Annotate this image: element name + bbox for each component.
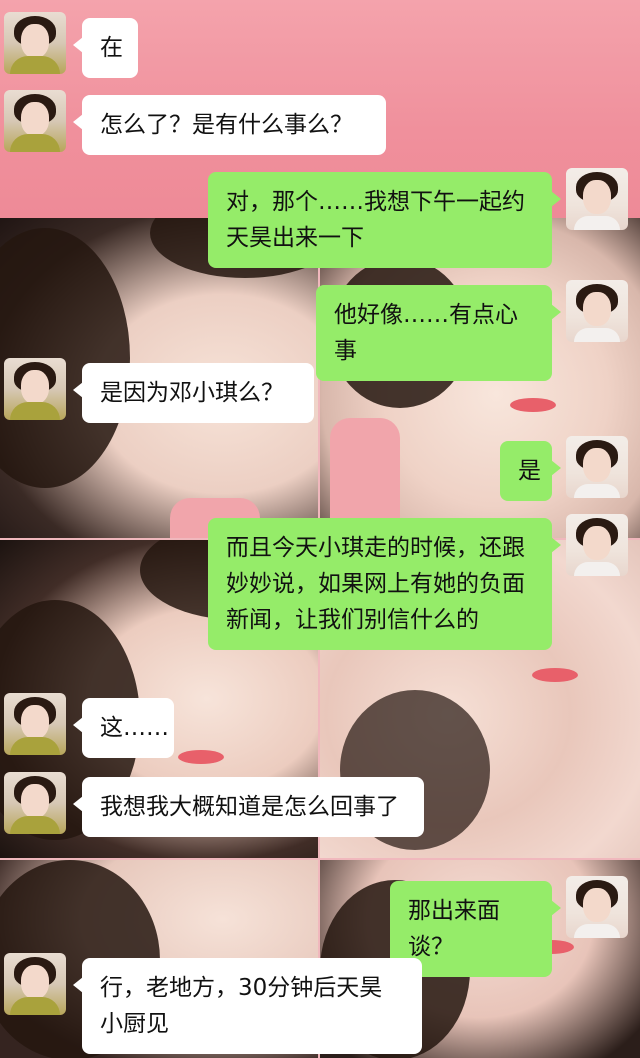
contact-avatar[interactable] bbox=[4, 953, 66, 1015]
outgoing-message[interactable]: 而且今天小琪走的时候，还跟妙妙说，如果网上有她的负面新闻，让我们别信什么的 bbox=[208, 518, 561, 650]
message-text: 对，那个……我想下午一起约天昊出来一下 bbox=[226, 189, 525, 251]
message-text: 他好像……有点心事 bbox=[334, 302, 518, 364]
incoming-message[interactable]: 是因为邓小琪么？ bbox=[73, 363, 314, 423]
user-avatar[interactable] bbox=[566, 168, 628, 230]
outgoing-message[interactable]: 对，那个……我想下午一起约天昊出来一下 bbox=[208, 172, 561, 268]
message-text: 这…… bbox=[100, 715, 169, 741]
contact-avatar[interactable] bbox=[4, 772, 66, 834]
message-text: 我想我大概知道是怎么回事了 bbox=[100, 794, 399, 820]
message-text: 行，老地方，30分钟后天昊小厨见 bbox=[100, 975, 383, 1037]
message-text: 是 bbox=[518, 458, 541, 484]
contact-avatar[interactable] bbox=[4, 12, 66, 74]
message-text: 在 bbox=[100, 35, 123, 61]
incoming-message[interactable]: 这…… bbox=[73, 698, 174, 758]
message-text: 而且今天小琪走的时候，还跟妙妙说，如果网上有她的负面新闻，让我们别信什么的 bbox=[226, 535, 525, 633]
user-avatar[interactable] bbox=[566, 280, 628, 342]
message-text: 怎么了？是有什么事么？ bbox=[100, 112, 353, 138]
incoming-message[interactable]: 行，老地方，30分钟后天昊小厨见 bbox=[73, 958, 422, 1054]
user-avatar[interactable] bbox=[566, 876, 628, 938]
contact-avatar[interactable] bbox=[4, 358, 66, 420]
message-text: 是因为邓小琪么？ bbox=[100, 380, 284, 406]
contact-avatar[interactable] bbox=[4, 693, 66, 755]
contact-avatar[interactable] bbox=[4, 90, 66, 152]
outgoing-message[interactable]: 是 bbox=[500, 441, 561, 501]
incoming-message[interactable]: 怎么了？是有什么事么？ bbox=[73, 95, 386, 155]
incoming-message[interactable]: 我想我大概知道是怎么回事了 bbox=[73, 777, 424, 837]
user-avatar[interactable] bbox=[566, 436, 628, 498]
user-avatar[interactable] bbox=[566, 514, 628, 576]
message-text: 那出来面谈？ bbox=[408, 898, 500, 960]
incoming-message[interactable]: 在 bbox=[73, 18, 138, 78]
outgoing-message[interactable]: 他好像……有点心事 bbox=[316, 285, 561, 381]
